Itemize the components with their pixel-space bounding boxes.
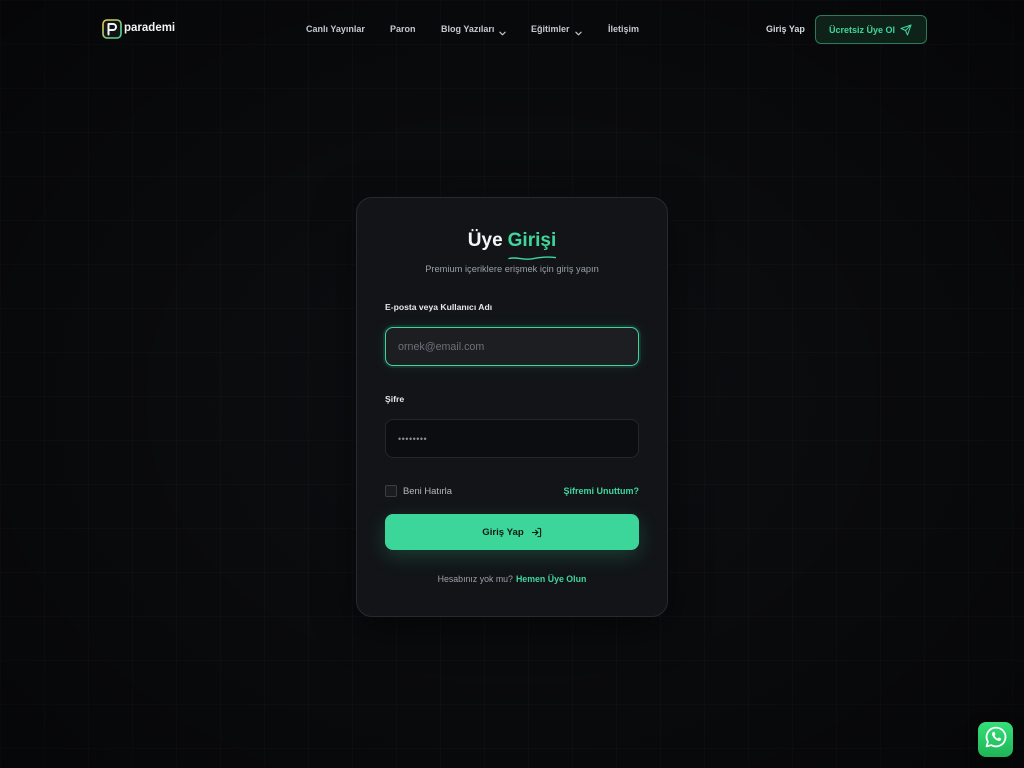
nav-item-label: Eğitimler	[531, 24, 570, 34]
login-card: Üye Girişi Premium içeriklere erişmek içi…	[356, 197, 668, 617]
nav-item-label: Paron	[390, 24, 416, 34]
remember-me-checkbox[interactable]	[385, 485, 397, 497]
signup-now-link[interactable]: Hemen Üye Olun	[516, 574, 586, 584]
nav-item-paron[interactable]: Paron	[390, 23, 416, 35]
nav-item-blog[interactable]: Blog Yazıları	[441, 23, 507, 35]
whatsapp-icon	[984, 725, 1008, 754]
signup-prompt-text: Hesabınız yok mu?	[437, 574, 513, 584]
email-label: E-posta veya Kullanıcı Adı	[385, 302, 493, 312]
parademi-logo-icon[interactable]	[102, 19, 122, 39]
login-title-accent: Girişi	[507, 229, 557, 260]
nav-item-label: Canlı Yayınlar	[306, 24, 365, 34]
email-field[interactable]	[385, 327, 639, 366]
nav-item-live-streams[interactable]: Canlı Yayınlar	[306, 23, 365, 35]
login-arrow-icon	[531, 527, 542, 538]
nav-item-trainings[interactable]: Eğitimler	[531, 23, 582, 35]
nav-item-label: Blog Yazıları	[441, 24, 495, 34]
submit-button-label: Giriş Yap	[482, 526, 524, 538]
remember-me-label[interactable]: Beni Hatırla	[403, 485, 452, 497]
signup-prompt: Hesabınız yok mu? Hemen Üye Olun	[357, 573, 667, 585]
free-signup-button[interactable]: Ücretsiz Üye Ol	[815, 15, 927, 44]
nav-item-label: İletişim	[608, 24, 640, 34]
nav-item-contact[interactable]: İletişim	[608, 23, 639, 35]
site-header: parademi Canlı Yayınlar Paron Blog Yazıl…	[0, 0, 1024, 60]
login-title: Üye Girişi	[357, 229, 667, 260]
underline-squiggle-icon	[507, 256, 556, 260]
password-field[interactable]	[385, 419, 639, 458]
login-title-accent-text: Girişi	[507, 230, 557, 251]
header-login-link[interactable]: Giriş Yap	[766, 23, 805, 35]
login-submit-button[interactable]: Giriş Yap	[385, 514, 639, 550]
login-subtitle: Premium içeriklere erişmek için giriş ya…	[425, 264, 599, 274]
chevron-down-icon	[499, 27, 507, 35]
signup-button-label: Ücretsiz Üye Ol	[829, 24, 896, 35]
password-label: Şifre	[385, 394, 405, 404]
login-title-plain: Üye	[467, 230, 503, 251]
forgot-password-link[interactable]: Şifremi Unuttum?	[564, 485, 640, 497]
whatsapp-button[interactable]	[978, 722, 1013, 757]
chevron-down-icon	[574, 27, 582, 35]
brand-name[interactable]: parademi	[124, 20, 175, 36]
paper-plane-icon	[900, 24, 912, 36]
